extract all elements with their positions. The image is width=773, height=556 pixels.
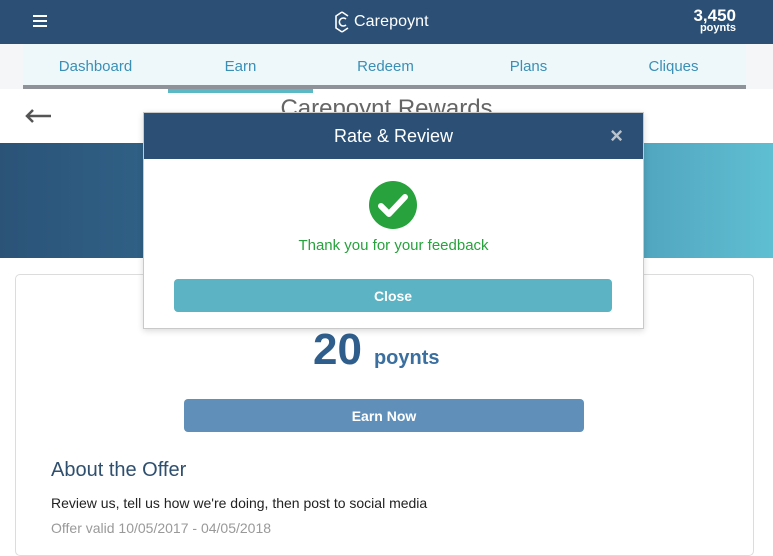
about-offer-text: Review us, tell us how we're doing, then…: [51, 495, 428, 511]
top-bar: Carepoynt 3,450 poynts: [0, 0, 773, 44]
points-unit: poynts: [699, 22, 736, 34]
tab-plans[interactable]: Plans: [456, 44, 601, 89]
tab-dashboard[interactable]: Dashboard: [23, 44, 168, 89]
about-offer-heading: About the Offer: [51, 459, 187, 481]
tab-cliques[interactable]: Cliques: [601, 44, 746, 89]
brand-logo[interactable]: Carepoynt: [332, 8, 429, 36]
success-check-icon: [369, 181, 417, 229]
offer-validity: Offer valid 10/05/2017 - 04/05/2018: [51, 520, 272, 536]
feedback-message: Thank you for your feedback: [298, 237, 489, 254]
carepoynt-logo-icon: [335, 11, 349, 33]
close-button[interactable]: Close: [174, 279, 612, 312]
tab-earn[interactable]: Earn: [168, 44, 313, 93]
offer-points-value: 20: [313, 325, 362, 374]
modal-title: Rate & Review: [333, 126, 454, 146]
tab-bar-inner: Dashboard Earn Redeem Plans Cliques: [23, 44, 746, 93]
offer-points: 20 poynts: [313, 325, 440, 375]
close-icon[interactable]: ×: [610, 113, 623, 159]
earn-now-button[interactable]: Earn Now: [184, 399, 584, 432]
offer-points-unit: poynts: [373, 347, 440, 369]
tab-redeem[interactable]: Redeem: [313, 44, 458, 89]
tab-bar: Dashboard Earn Redeem Plans Cliques: [0, 44, 773, 93]
points-balance[interactable]: 3,450 poynts: [693, 7, 736, 34]
menu-icon[interactable]: [33, 15, 47, 29]
modal-header: Rate & Review ×: [144, 113, 643, 159]
brand-name: Carepoynt: [354, 13, 429, 30]
rate-review-modal: Rate & Review × Thank you for your feedb…: [143, 112, 644, 329]
